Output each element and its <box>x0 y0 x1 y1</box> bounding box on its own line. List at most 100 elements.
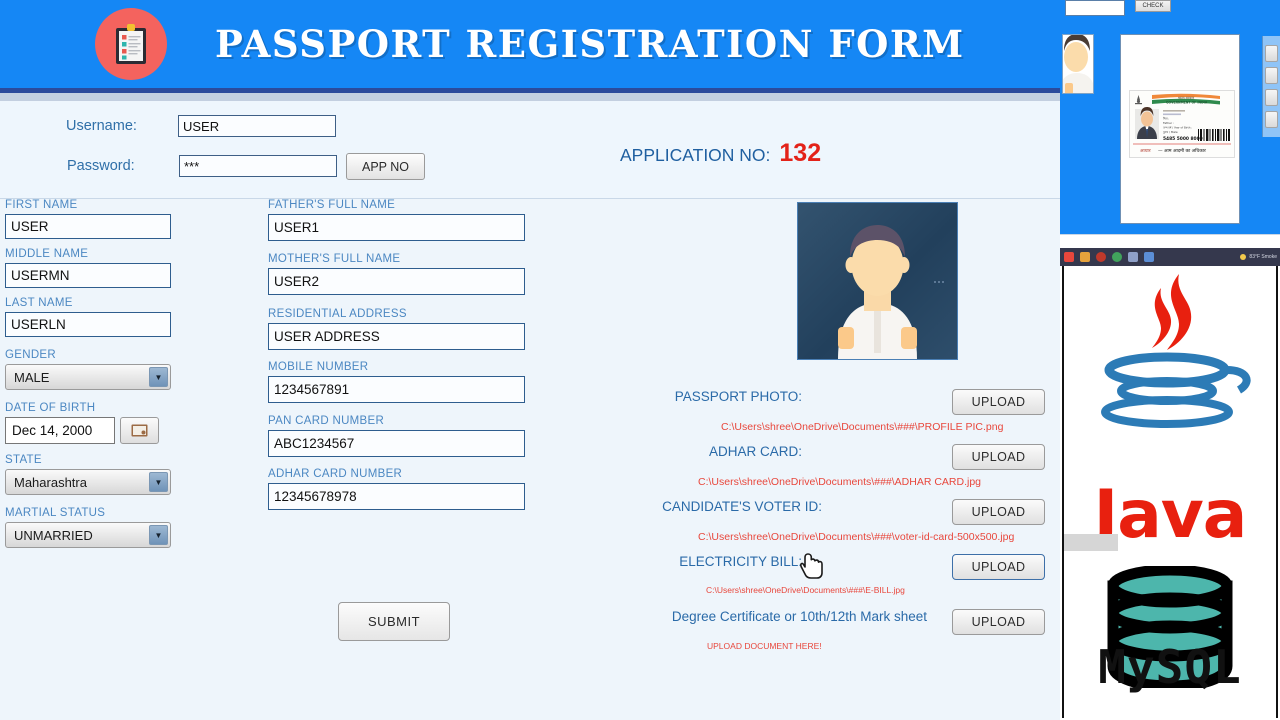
chevron-down-icon: ▼ <box>149 525 168 545</box>
app-header-banner: PASSPORT REGISTRATION FORM <box>0 0 1060 88</box>
svg-text:भारत सरकार: भारत सरकार <box>1178 96 1195 100</box>
password-row: Password: <box>67 155 337 177</box>
mobile-number-label: MOBILE NUMBER <box>268 361 369 373</box>
field-residential-address: RESIDENTIAL ADDRESS <box>268 308 530 350</box>
martial-status-select[interactable]: UNMARRIED ▼ <box>5 522 171 548</box>
residential-address-label: RESIDENTIAL ADDRESS <box>268 308 407 320</box>
password-input[interactable] <box>179 155 337 177</box>
page-title: PASSPORT REGISTRATION FORM <box>215 22 965 66</box>
martial-status-label: MARTIAL STATUS <box>5 507 106 519</box>
upload-caption-adhar-card: ADHAR CARD: <box>708 444 802 459</box>
upload-caption-degree-certificate: Degree Certificate or 10th/12th Mark she… <box>671 609 927 624</box>
field-state: STATE Maharashtra ▼ <box>5 454 180 495</box>
side-mini-button[interactable] <box>1265 111 1278 128</box>
martial-status-value: UNMARRIED <box>14 527 93 543</box>
login-strip: Username: Password: APP NO APPLICATION N… <box>0 101 1060 199</box>
svg-text:पिता:: पिता: <box>1163 116 1169 120</box>
residential-address-input[interactable] <box>268 323 525 350</box>
first-name-label: FIRST NAME <box>5 199 78 211</box>
username-input[interactable] <box>178 115 336 137</box>
pan-card-number-label: PAN CARD NUMBER <box>268 415 385 427</box>
mothers-full-name-input[interactable] <box>268 268 525 295</box>
passport-photo-preview <box>797 202 958 360</box>
side-divider <box>1060 234 1280 248</box>
side-button-column <box>1262 36 1280 137</box>
middle-name-label: MIDDLE NAME <box>5 248 89 260</box>
last-name-input[interactable] <box>5 312 171 337</box>
mysql-wordmark: MySQL <box>1098 640 1242 694</box>
upload-row-voter-id: CANDIDATE'S VOTER ID: UPLOAD <box>560 499 1060 525</box>
aadhaar-card-image: भारत सरकार GOVERNMENT OF INDIA पिता: Fat… <box>1129 90 1235 158</box>
password-label: Password: <box>67 158 135 174</box>
side-mini-button[interactable] <box>1265 67 1278 84</box>
side-mini-button[interactable] <box>1265 45 1278 62</box>
upload-button-degree-certificate[interactable]: UPLOAD <box>952 609 1045 635</box>
check-button[interactable]: CHECK <box>1135 0 1171 12</box>
adhar-card-number-input[interactable] <box>268 483 525 510</box>
first-name-input[interactable] <box>5 214 171 239</box>
clipboard-icon <box>95 8 167 80</box>
upload-button-adhar-card[interactable]: UPLOAD <box>952 444 1045 470</box>
application-no-label: APPLICATION NO: <box>620 145 771 165</box>
pan-card-number-input[interactable] <box>268 430 525 457</box>
passport-registration-window: PASSPORT REGISTRATION FORM Username: Pas… <box>0 0 1060 720</box>
app-icon[interactable] <box>1080 252 1090 262</box>
java-logo: Java <box>1064 266 1276 548</box>
upload-row-passport-photo: PASSPORT PHOTO: UPLOAD <box>560 389 1060 415</box>
upload-path-voter-id: C:\Users\shree\OneDrive\Documents\###\vo… <box>698 531 1015 543</box>
side-mini-button[interactable] <box>1265 89 1278 106</box>
upload-path-degree-certificate: UPLOAD DOCUMENT HERE! <box>707 641 822 651</box>
application-no-value: 132 <box>779 139 822 167</box>
state-value: Maharashtra <box>14 474 87 490</box>
opera-icon[interactable] <box>1064 252 1074 262</box>
svg-text:5485 5000 8000: 5485 5000 8000 <box>1163 136 1203 142</box>
form-body: FIRST NAME MIDDLE NAME LAST NAME GENDER … <box>0 199 1060 720</box>
gender-select[interactable]: MALE ▼ <box>5 364 171 390</box>
state-label: STATE <box>5 454 42 466</box>
logo-stage: Java MySQL <box>1062 266 1278 718</box>
folder-icon[interactable] <box>1128 252 1138 262</box>
upload-button-electricity-bill[interactable]: UPLOAD <box>952 554 1045 580</box>
calendar-icon[interactable] <box>120 417 159 444</box>
aadhaar-preview-panel: भारत सरकार GOVERNMENT OF INDIA पिता: Fat… <box>1060 22 1280 234</box>
upload-row-degree-certificate: Degree Certificate or 10th/12th Mark she… <box>560 609 1060 635</box>
mothers-full-name-label: MOTHER'S FULL NAME <box>268 253 401 265</box>
date-of-birth-row <box>5 417 180 444</box>
side-top-strip: CHECK <box>1060 0 1280 22</box>
desktop-taskbar: 83°F Smoke <box>1060 248 1280 266</box>
upload-caption-voter-id: CANDIDATE'S VOTER ID: <box>662 499 822 514</box>
gender-value: MALE <box>14 369 50 385</box>
form-column-left: FIRST NAME MIDDLE NAME LAST NAME GENDER … <box>5 199 180 557</box>
fathers-full-name-label: FATHER'S FULL NAME <box>268 199 396 211</box>
last-name-label: LAST NAME <box>5 297 73 309</box>
upload-caption-electricity-bill: ELECTRICITY BILL: <box>679 554 802 569</box>
field-adhar-card-number: ADHAR CARD NUMBER <box>268 468 530 510</box>
upload-path-electricity-bill: C:\Users\shree\OneDrive\Documents\###\E-… <box>706 585 905 595</box>
mysql-logo: MySQL <box>1064 566 1276 694</box>
fathers-full-name-input[interactable] <box>268 214 525 241</box>
user-icon[interactable] <box>1144 252 1154 262</box>
field-middle-name: MIDDLE NAME <box>5 248 180 288</box>
chevron-down-icon: ▼ <box>149 472 168 492</box>
side-thumbnail-avatar[interactable] <box>1062 34 1094 94</box>
chrome-icon[interactable] <box>1112 252 1122 262</box>
submit-button[interactable]: SUBMIT <box>338 602 450 641</box>
upload-button-voter-id[interactable]: UPLOAD <box>952 499 1045 525</box>
svg-text:जन्म वर्ष / Year of Birth :: जन्म वर्ष / Year of Birth : <box>1163 126 1192 130</box>
sun-icon <box>1240 254 1247 260</box>
date-of-birth-input[interactable] <box>5 417 115 444</box>
upload-row-adhar-card: ADHAR CARD: UPLOAD <box>560 444 1060 470</box>
field-date-of-birth: DATE OF BIRTH <box>5 402 180 444</box>
upload-path-passport-photo: C:\Users\shree\OneDrive\Documents\###\PR… <box>721 421 1004 433</box>
app-no-button[interactable]: APP NO <box>346 153 425 180</box>
date-of-birth-label: DATE OF BIRTH <box>5 402 96 414</box>
upload-button-passport-photo[interactable]: UPLOAD <box>952 389 1045 415</box>
side-search-input[interactable] <box>1065 0 1125 16</box>
state-select[interactable]: Maharashtra ▼ <box>5 469 171 495</box>
form-column-middle: FATHER'S FULL NAME MOTHER'S FULL NAME RE… <box>268 199 530 641</box>
record-icon[interactable] <box>1096 252 1106 262</box>
field-first-name: FIRST NAME <box>5 199 180 239</box>
middle-name-input[interactable] <box>5 263 171 288</box>
field-mobile-number: MOBILE NUMBER <box>268 361 530 403</box>
mobile-number-input[interactable] <box>268 376 525 403</box>
